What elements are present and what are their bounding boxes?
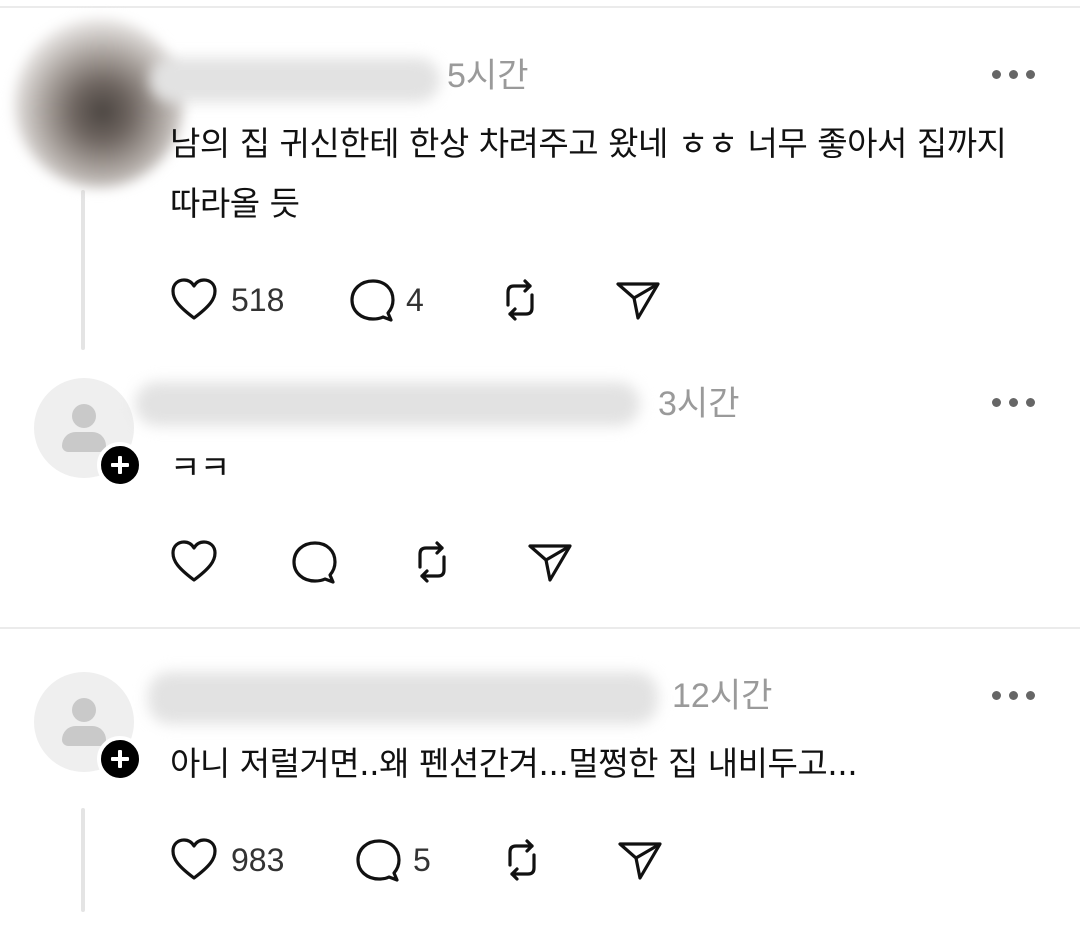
comment-divider — [0, 627, 1080, 629]
send-icon[interactable] — [524, 536, 576, 588]
heart-icon[interactable] — [168, 274, 220, 326]
reply-count: 4 — [406, 282, 424, 318]
like-count: 983 — [231, 842, 285, 878]
avatar[interactable] — [14, 18, 184, 188]
comment-text-line: ㅋㅋ — [170, 448, 230, 487]
send-icon[interactable] — [612, 274, 664, 326]
comment-time: 12시간 — [672, 677, 773, 715]
comment-bubble-icon[interactable] — [288, 536, 340, 588]
comment-time: 5시간 — [447, 57, 529, 95]
comment-text-line: 아니 저럴거면..왜 펜션간겨...멀쩡한 집 내비두고... — [170, 744, 858, 783]
comment-bubble-icon[interactable] — [352, 834, 404, 886]
plus-icon[interactable] — [97, 442, 143, 488]
comment-bubble-icon[interactable] — [346, 274, 398, 326]
repost-icon[interactable] — [494, 274, 546, 326]
repost-icon[interactable] — [406, 536, 458, 588]
top-divider — [0, 6, 1080, 8]
heart-icon[interactable] — [168, 834, 220, 886]
username-redacted[interactable] — [150, 58, 440, 102]
heart-icon[interactable] — [168, 536, 220, 588]
repost-icon[interactable] — [496, 834, 548, 886]
like-count: 518 — [231, 282, 285, 318]
more-options-icon[interactable] — [992, 398, 1036, 408]
more-options-icon[interactable] — [992, 70, 1036, 80]
thread-line — [81, 808, 85, 912]
comment-text-line: 따라올 듯 — [170, 184, 300, 223]
comment-text-line: 남의 집 귀신한테 한상 차려주고 왔네 ㅎㅎ 너무 좋아서 집까지 — [170, 124, 1007, 163]
send-icon[interactable] — [614, 834, 666, 886]
more-options-icon[interactable] — [992, 691, 1036, 701]
username-redacted[interactable] — [148, 672, 658, 724]
comment-time: 3시간 — [658, 385, 740, 423]
username-redacted[interactable] — [135, 382, 640, 426]
thread-line — [81, 190, 85, 350]
plus-icon[interactable] — [97, 736, 143, 782]
reply-count: 5 — [413, 842, 431, 878]
